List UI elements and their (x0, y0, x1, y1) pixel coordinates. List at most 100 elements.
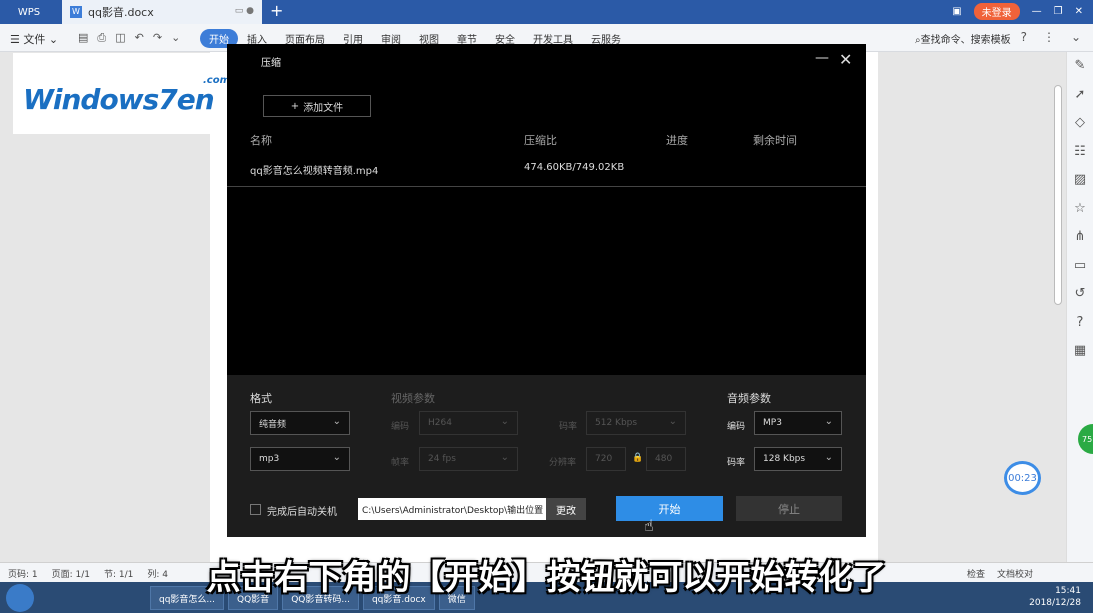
command-search-label: 查找命令、搜索模板 (920, 35, 1011, 46)
word-doc-icon: W (70, 6, 82, 18)
video-caption: 点击右下角的【开始】按钮就可以开始转化了 (206, 558, 887, 598)
audio-bitrate-value: 128 Kbps (763, 454, 806, 464)
resolution-label: 分辨率 (549, 458, 577, 468)
height-value: 480 (655, 454, 673, 464)
dialog-title: 压缩 (261, 58, 281, 69)
stop-button[interactable]: 停止 (736, 496, 842, 521)
audio-codec-select[interactable]: MP3 ⌄ (754, 411, 842, 435)
star-icon[interactable]: ☆ (1067, 195, 1093, 224)
quick-access-toolbar: ▤ ⎙ ◫ ↶ ↷ ⌄ (78, 31, 180, 45)
logo-text: Windows7en (23, 83, 215, 116)
list-divider (227, 186, 866, 187)
height-input[interactable]: 480 (646, 447, 686, 471)
document-tab[interactable]: W qq影音.docx ▭ ● (62, 0, 262, 24)
container-value: mp3 (259, 454, 280, 464)
change-path-button[interactable]: 更改 (546, 498, 586, 520)
new-tab-button[interactable]: + (270, 1, 283, 20)
format-type-select[interactable]: 纯音频 ⌄ (250, 411, 350, 435)
vertical-scrollbar[interactable] (1052, 60, 1062, 520)
width-input[interactable]: 720 (586, 447, 626, 471)
video-bitrate-value: 512 Kbps (595, 418, 638, 428)
document-tab-label: qq影音.docx (88, 6, 154, 19)
video-codec-label: 编码 (391, 422, 410, 432)
chevron-down-icon: ⌄ (824, 416, 833, 427)
pointer-icon[interactable]: ➚ (1067, 81, 1093, 110)
video-fps-value: 24 fps (428, 454, 456, 464)
format-label: 格式 (250, 392, 272, 405)
grid-icon[interactable]: ▦ (1067, 337, 1093, 366)
video-codec-value: H264 (428, 418, 452, 428)
scrollbar-thumb[interactable] (1054, 85, 1062, 305)
title-bar: WPS W qq影音.docx ▭ ● + ▣ 未登录 — ❐ ✕ (0, 0, 1093, 24)
close-window-icon[interactable]: ✕ (1075, 6, 1083, 17)
preview-icon[interactable]: ◫ (115, 31, 125, 45)
add-file-button[interactable]: + 添加文件 (263, 95, 371, 117)
column-name: 名称 (250, 134, 272, 147)
print-icon[interactable]: ⎙ (97, 31, 106, 45)
more-options-icon[interactable]: ⋮ (1043, 30, 1055, 44)
undo-icon[interactable]: ↶ (135, 31, 144, 45)
column-progress: 进度 (666, 134, 688, 147)
audio-codec-value: MP3 (763, 418, 782, 428)
video-fps-select[interactable]: 24 fps ⌄ (419, 447, 518, 471)
collapse-ribbon-icon[interactable]: ⌄ (1071, 30, 1081, 44)
menu-right-tools: ? ⋮ ⌄ (1021, 30, 1081, 44)
file-ratio: 474.60KB/749.02KB (524, 162, 625, 173)
chevron-down-icon: ⌄ (332, 416, 341, 427)
tab-controls[interactable]: ▭ ● (235, 6, 254, 16)
audio-codec-label: 编码 (727, 422, 746, 432)
share-icon[interactable]: ⋔ (1067, 223, 1093, 252)
file-menu[interactable]: ☰ 文件 ⌄ (10, 31, 58, 47)
video-codec-select[interactable]: H264 ⌄ (419, 411, 518, 435)
command-search[interactable]: ⌕查找命令、搜索模板 (915, 31, 1011, 46)
login-button[interactable]: 未登录 (973, 3, 1020, 20)
chevron-down-icon: ⌄ (824, 452, 833, 463)
chevron-down-icon: ⌄ (332, 452, 341, 463)
history-icon[interactable]: ↺ (1067, 280, 1093, 309)
start-button[interactable]: 开始 (616, 496, 723, 521)
lock-icon[interactable]: 🔒 (632, 453, 643, 463)
hand-cursor-icon: ☝ (644, 516, 654, 535)
audio-bitrate-select[interactable]: 128 Kbps ⌄ (754, 447, 842, 471)
title-bar-right: ▣ 未登录 — ❐ ✕ (952, 3, 1083, 20)
recording-timer[interactable]: 00:23 (1004, 461, 1041, 495)
save-icon[interactable]: ▤ (78, 31, 88, 45)
file-menu-label: 文件 (23, 33, 46, 46)
help-icon[interactable]: ? (1021, 30, 1027, 44)
video-params-label: 视频参数 (391, 392, 435, 405)
archive-icon[interactable]: ▭ (1067, 252, 1093, 281)
help-circle-icon[interactable]: ? (1067, 309, 1093, 338)
video-bitrate-select[interactable]: 512 Kbps ⌄ (586, 411, 686, 435)
chevron-down-icon: ⌄ (668, 416, 677, 427)
column-ratio: 压缩比 (524, 134, 557, 147)
dialog-minimize-icon[interactable]: — (815, 50, 829, 66)
adjust-icon[interactable]: ☷ (1067, 138, 1093, 167)
video-bitrate-label: 码率 (559, 422, 578, 432)
add-file-label: 添加文件 (303, 102, 344, 114)
container-select[interactable]: mp3 ⌄ (250, 447, 350, 471)
chevron-down-icon: ⌄ (500, 452, 509, 463)
restore-icon[interactable]: ❐ (1054, 6, 1063, 17)
output-path-field[interactable]: C:\Users\Administrator\Desktop\输出位置 (358, 498, 546, 520)
audio-params-label: 音频参数 (727, 392, 771, 405)
right-sidebar-tools: ✎ ➚ ◇ ☷ ▨ ☆ ⋔ ▭ ↺ ? ▦ (1066, 52, 1093, 562)
auto-shutdown-checkbox[interactable] (250, 504, 261, 515)
auto-shutdown-label: 完成后自动关机 (267, 507, 337, 518)
column-remaining: 剩余时间 (753, 134, 797, 147)
audio-bitrate-label: 码率 (727, 458, 746, 468)
shapes-icon[interactable]: ◇ (1067, 109, 1093, 138)
windows7en-logo: .com Windows7en (13, 53, 262, 134)
format-type-value: 纯音频 (259, 419, 287, 430)
minimize-icon[interactable]: — (1032, 6, 1042, 17)
redo-icon[interactable]: ↷ (153, 31, 162, 45)
width-value: 720 (595, 454, 613, 464)
dialog-close-icon[interactable]: ✕ (839, 50, 852, 69)
chevron-down-icon: ⌄ (500, 416, 509, 427)
wps-home-tab[interactable]: WPS (0, 0, 58, 24)
more-icon[interactable]: ⌄ (171, 31, 180, 45)
image-icon[interactable]: ▨ (1067, 166, 1093, 195)
window-mode-icon[interactable]: ▣ (952, 6, 961, 17)
compress-dialog: 压缩 — ✕ + 添加文件 名称 压缩比 进度 剩余时间 qq影音怎么视频转音频… (227, 44, 866, 537)
pen-icon[interactable]: ✎ (1067, 52, 1093, 81)
file-name[interactable]: qq影音怎么视频转音频.mp4 (250, 162, 378, 177)
